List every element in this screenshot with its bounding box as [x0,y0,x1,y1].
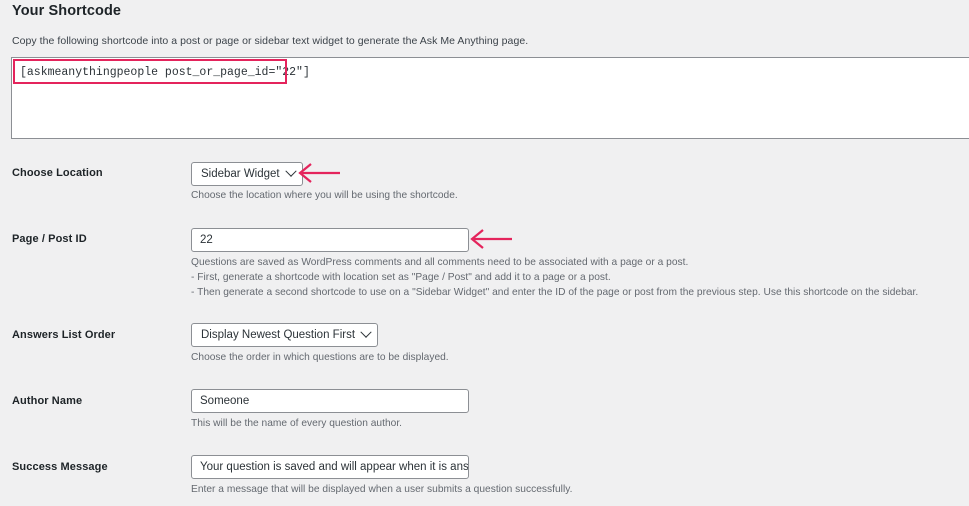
shortcode-textarea[interactable]: [askmeanythingpeople post_or_page_id="22… [11,57,969,139]
label-choose-location: Choose Location [12,167,103,179]
page-title: Your Shortcode [12,3,122,19]
input-success-message-value: Your question is saved and will appear w… [200,461,469,473]
label-author-name: Author Name [12,395,83,407]
select-choose-location-value: Sidebar Widget [201,168,280,180]
arrow-pointing-to-page-post-id-input [470,229,512,249]
label-success-message: Success Message [12,461,108,473]
input-page-post-id-value: 22 [200,234,213,246]
input-author-name[interactable]: Someone [191,389,469,413]
arrow-pointing-to-location-select [298,163,340,183]
help-page-post-id-line-3: - Then generate a second shortcode to us… [191,287,919,298]
label-answers-list-order: Answers List Order [12,329,116,341]
select-choose-location[interactable]: Sidebar Widget [191,162,303,186]
shortcode-settings-page: Your Shortcode Copy the following shortc… [0,0,969,506]
shortcode-value: [askmeanythingpeople post_or_page_id="22… [20,66,310,79]
input-author-name-value: Someone [200,395,250,407]
input-page-post-id[interactable]: 22 [191,228,469,252]
help-page-post-id-line-2: - First, generate a shortcode with locat… [191,272,611,283]
chevron-down-icon [360,326,372,338]
help-success-message: Enter a message that will be displayed w… [191,484,573,495]
label-page-post-id: Page / Post ID [12,233,87,245]
input-success-message[interactable]: Your question is saved and will appear w… [191,455,469,479]
help-author-name: This will be the name of every question … [191,418,403,429]
select-answers-list-order-value: Display Newest Question First [201,329,356,341]
select-answers-list-order[interactable]: Display Newest Question First [191,323,379,347]
page-description: Copy the following shortcode into a post… [12,35,529,47]
help-choose-location: Choose the location where you will be us… [191,190,458,201]
chevron-down-icon [284,165,297,177]
help-page-post-id-line-1: Questions are saved as WordPress comment… [191,257,689,268]
help-answers-list-order: Choose the order in which questions are … [191,352,449,363]
